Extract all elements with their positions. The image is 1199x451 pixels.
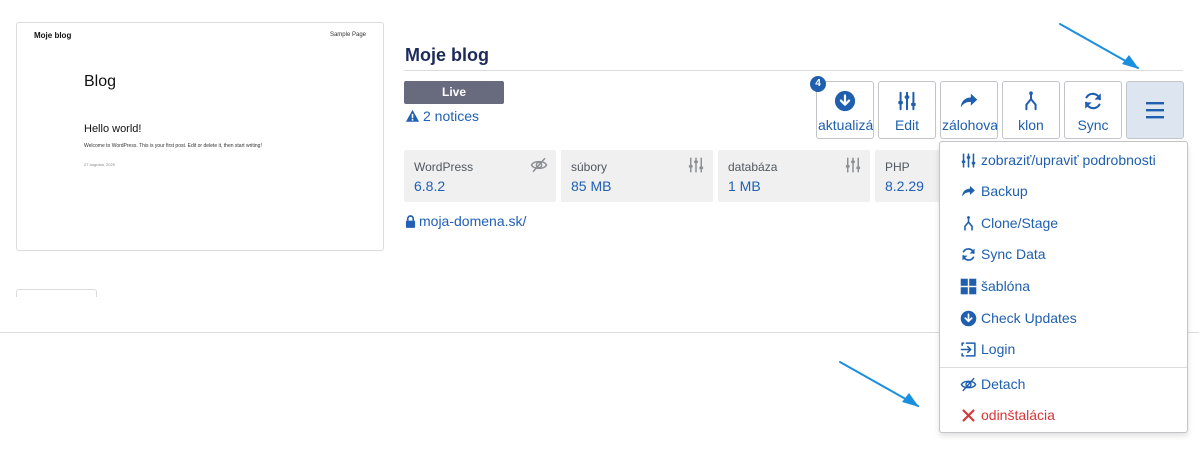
menu-item-label: Login [981,341,1016,357]
branch-icon [964,215,973,231]
menu-item-login[interactable]: Login [960,338,1015,360]
menu-item-detach[interactable]: Detach [960,373,1025,395]
stat-value: 85 MB [571,178,612,194]
warning-icon [405,109,420,122]
eye-slash-icon[interactable] [530,156,548,174]
menu-item-label: Clone/Stage [981,215,1059,231]
backup-button-label: zálohova [942,117,998,133]
menu-item-backup[interactable]: Backup [960,180,1028,202]
edit-button[interactable]: Edit [878,81,936,139]
menu-item-label: odinštalácia [981,407,1055,423]
domain-label: moja-domena.sk/ [419,213,527,229]
menu-item-clone[interactable]: Clone/Stage [960,212,1058,234]
site-preview-card[interactable]: Moje blog Sample Page Blog Hello world! … [16,22,384,251]
edit-button-label: Edit [894,117,920,133]
sliders-icon[interactable] [687,156,705,174]
preview-date: 27 augusta, 2025 [84,162,115,167]
lock-icon [405,214,416,228]
menu-item-check-updates[interactable]: Check Updates [960,307,1077,329]
menu-item-label: Check Updates [981,310,1077,326]
menu-item-label: Backup [981,183,1028,199]
preview-heading: Blog [84,73,117,90]
menu-item-label: Detach [981,376,1026,392]
notices-link[interactable]: 2 notices [405,108,479,124]
share-arrow-icon [962,185,975,196]
stat-value: 1 MB [728,178,761,194]
preview-post-title: Hello world! [84,123,142,135]
stat-label: databáza [728,160,778,174]
preview-nav-link: Sample Page [329,32,366,38]
sync-icon [1085,92,1101,110]
sync-icon [962,247,975,261]
download-circle-icon [960,310,977,326]
eye-slash-icon [960,377,977,391]
sliders-icon[interactable] [844,156,862,174]
domain-link[interactable]: moja-domena.sk/ [405,213,526,229]
notices-label: 2 notices [423,108,480,124]
stat-wordpress: WordPress 6.8.2 [404,150,556,202]
stat-label: PHP [885,160,910,174]
sync-button-label: Sync [1077,117,1109,133]
more-menu-button[interactable] [1126,81,1184,139]
update-button-label: aktualizá [818,117,874,133]
updates-count-badge: 4 [810,76,826,92]
grid-icon [960,278,977,294]
close-icon [962,408,975,422]
branch-icon [1025,91,1037,111]
backup-button[interactable]: zálohova [940,81,998,139]
menu-separator [940,367,1187,368]
share-arrow-icon [960,93,978,108]
annotation-arrow-menu [1059,23,1139,69]
sliders-icon [898,91,916,111]
next-site-card [16,289,97,297]
sync-button[interactable]: Sync [1064,81,1122,139]
menu-item-uninstall[interactable]: odinštalácia [960,404,1055,426]
annotation-arrow-detach [839,361,919,407]
menu-item-details[interactable]: zobraziť/upraviť podrobnosti [960,149,1156,171]
sliders-icon [961,152,976,168]
hamburger-icon [1146,102,1164,119]
update-button[interactable]: aktualizá [816,81,874,139]
preview-excerpt: Welcome to WordPress. This is your first… [84,143,262,149]
stat-files: súbory 85 MB [561,150,713,202]
stat-value: 8.2.29 [885,178,924,194]
clone-button-label: klon [1018,117,1044,133]
login-icon [960,341,976,357]
title-divider [404,70,1183,71]
stat-value: 6.8.2 [414,178,446,194]
site-title[interactable]: Moje blog [405,45,489,66]
menu-item-label: Sync Data [981,246,1046,262]
clone-button[interactable]: klon [1002,81,1060,139]
site-actions-dropdown: zobraziť/upraviť podrobnosti Backup Clon… [939,141,1188,433]
preview-site-name: Moje blog [34,31,72,40]
stat-label: WordPress [414,160,474,174]
stat-label: súbory [571,160,608,174]
download-circle-icon [834,90,856,112]
stat-database: databáza 1 MB [718,150,870,202]
menu-item-template[interactable]: šablóna [960,275,1030,297]
menu-item-label: zobraziť/upraviť podrobnosti [981,152,1156,168]
menu-item-label: šablóna [981,278,1031,294]
menu-item-sync[interactable]: Sync Data [960,243,1046,265]
status-badge: Live [404,81,504,104]
